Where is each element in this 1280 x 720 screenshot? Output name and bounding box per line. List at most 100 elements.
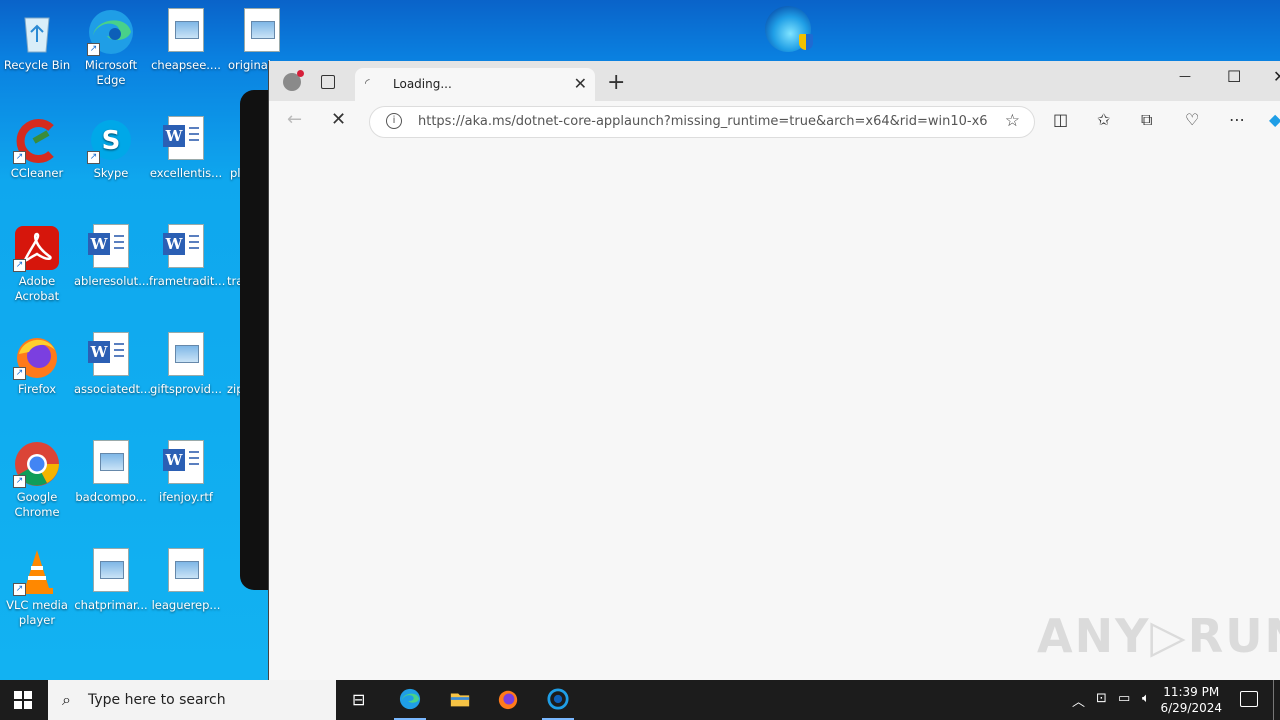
desktop-icon-skype[interactable]: S ↗ Skype bbox=[74, 112, 148, 181]
desktop-icon-image-file[interactable]: original bbox=[224, 4, 280, 73]
system-clock[interactable]: 11:39 PM 6/29/2024 bbox=[1160, 684, 1222, 716]
profile-avatar-icon[interactable] bbox=[283, 70, 304, 91]
maximize-button[interactable]: ☐ bbox=[1227, 67, 1241, 86]
desktop-icon-word-doc[interactable]: W ableresolut... bbox=[74, 220, 150, 289]
site-info-icon[interactable]: i bbox=[386, 113, 402, 129]
notification-center-icon[interactable] bbox=[1240, 691, 1258, 707]
desktop-icon-google-chrome[interactable]: ↗ Google Chrome bbox=[0, 436, 74, 520]
vlc-cone-icon: ↗ bbox=[13, 548, 61, 596]
desktop-icon-label: Microsoft Edge bbox=[84, 58, 138, 87]
task-view-icon: ⊟ bbox=[352, 690, 366, 709]
desktop-icon-label: cheapsee.... bbox=[151, 58, 221, 72]
navigation-toolbar: ← ✕ i https://aka.ms/dotnet-core-applaun… bbox=[269, 101, 1280, 142]
image-file-icon bbox=[168, 548, 204, 592]
desktop-icon-ccleaner[interactable]: ↗ CCleaner bbox=[0, 112, 74, 181]
edge-browser-window: ◜ Loading... ✕ + — ☐ ✕ ← ✕ i https://aka… bbox=[268, 61, 1280, 680]
desktop-icon-firefox[interactable]: ↗ Firefox bbox=[0, 328, 74, 397]
show-desktop-button[interactable] bbox=[1273, 680, 1280, 720]
taskbar-edge[interactable] bbox=[386, 680, 434, 720]
desktop-icon-word-doc[interactable]: W ifenjoy.rtf bbox=[149, 436, 223, 505]
new-tab-button[interactable]: + bbox=[607, 70, 625, 95]
firefox-icon bbox=[498, 690, 518, 710]
desktop-icon-label: leaguerep... bbox=[151, 598, 221, 612]
close-tab-icon[interactable]: ✕ bbox=[574, 74, 587, 93]
desktop-icon-recycle-bin[interactable]: Recycle Bin bbox=[0, 4, 74, 73]
desktop-icon-label: chatprimar... bbox=[74, 598, 148, 612]
tab-loading[interactable]: ◜ Loading... ✕ bbox=[355, 68, 595, 101]
browser-essentials-icon[interactable]: ♡ bbox=[1185, 110, 1199, 129]
tab-title: Loading... bbox=[393, 77, 452, 91]
clock-time: 11:39 PM bbox=[1163, 685, 1220, 699]
shortcut-arrow-icon: ↗ bbox=[87, 43, 100, 56]
minimize-button[interactable]: — bbox=[1179, 69, 1191, 83]
desktop-icon-word-doc[interactable]: W frametradit... bbox=[149, 220, 226, 289]
desktop-icon-word-doc[interactable]: W excellentis... bbox=[149, 112, 223, 181]
desktop-icon-label: CCleaner bbox=[10, 166, 64, 180]
shortcut-arrow-icon: ↗ bbox=[13, 475, 26, 488]
word-document-icon: W bbox=[163, 224, 204, 268]
desktop-icon-label: frametradit... bbox=[149, 274, 226, 288]
desktop-icon-vlc[interactable]: ↗ VLC media player bbox=[0, 544, 74, 628]
desktop-icon-label: Google Chrome bbox=[14, 490, 60, 519]
desktop-icon-image-file[interactable]: leaguerep... bbox=[149, 544, 223, 613]
url-text[interactable]: https://aka.ms/dotnet-core-applaunch?mis… bbox=[418, 114, 988, 129]
stop-loading-button[interactable]: ✕ bbox=[331, 109, 346, 130]
start-windows-icon[interactable] bbox=[14, 691, 32, 709]
edge-icon: ↗ bbox=[87, 8, 135, 56]
favorite-star-icon[interactable]: ☆ bbox=[1005, 111, 1020, 131]
adobe-acrobat-icon: ↗ bbox=[13, 224, 61, 272]
desktop-icon-label: associatedt... bbox=[74, 382, 151, 396]
favorites-icon[interactable]: ✩ bbox=[1097, 110, 1110, 129]
desktop-icon-word-doc[interactable]: W associatedt... bbox=[74, 328, 151, 397]
volume-icon[interactable]: 🔈︎ bbox=[1142, 691, 1150, 706]
more-menu-icon[interactable]: ⋯ bbox=[1229, 110, 1245, 129]
desktop-icon-image-file[interactable]: badcompo... bbox=[74, 436, 148, 505]
shortcut-arrow-icon: ↗ bbox=[13, 367, 26, 380]
tab-actions-icon[interactable] bbox=[321, 75, 335, 89]
shortcut-arrow-icon: ↗ bbox=[87, 151, 100, 164]
copilot-icon[interactable]: ◆ bbox=[1269, 110, 1280, 129]
anyrun-watermark: ANY▷RUN bbox=[1037, 609, 1280, 663]
search-icon: ⌕ bbox=[62, 690, 71, 709]
svg-text:S: S bbox=[102, 126, 121, 156]
desktop-icon-label: ifenjoy.rtf bbox=[159, 490, 213, 504]
desktop-icon-image-file[interactable]: giftsprovid... bbox=[149, 328, 223, 397]
shortcut-arrow-icon: ↗ bbox=[13, 583, 26, 596]
recycle-bin-icon bbox=[13, 8, 61, 56]
taskbar-search-box[interactable]: ⌕ Type here to search bbox=[48, 680, 336, 720]
desktop-icon-microsoft-edge[interactable]: ↗ Microsoft Edge bbox=[74, 4, 148, 88]
close-window-button[interactable]: ✕ bbox=[1273, 67, 1280, 86]
desktop-icon-adobe-acrobat[interactable]: ↗ Adobe Acrobat bbox=[0, 220, 74, 304]
desktop-icon-label: ableresolut... bbox=[74, 274, 150, 288]
desktop-icon-image-file[interactable]: cheapsee.... bbox=[149, 4, 223, 73]
loading-spinner-icon: ◜ bbox=[365, 76, 370, 90]
search-placeholder: Type here to search bbox=[88, 692, 226, 708]
word-document-icon: W bbox=[88, 224, 129, 268]
taskbar-edge-installer[interactable] bbox=[534, 680, 582, 720]
edge-icon bbox=[399, 688, 421, 710]
desktop-icon-label: Recycle Bin bbox=[3, 58, 71, 72]
back-button[interactable]: ← bbox=[287, 109, 302, 130]
tab-bar: ◜ Loading... ✕ + — ☐ ✕ bbox=[269, 61, 1280, 101]
edge-uac-shield-icon bbox=[765, 6, 813, 52]
image-file-icon bbox=[93, 440, 129, 484]
background-window-edge bbox=[240, 90, 270, 590]
desktop-icon-image-file[interactable]: chatprimar... bbox=[74, 544, 148, 613]
task-view-button[interactable]: ⊟ bbox=[336, 680, 384, 720]
image-file-icon bbox=[93, 548, 129, 592]
firefox-icon: ↗ bbox=[13, 332, 61, 380]
show-hidden-icons[interactable]: ︿ bbox=[1072, 691, 1085, 710]
taskbar-firefox[interactable] bbox=[484, 680, 532, 720]
meet-now-icon[interactable]: ⊡ bbox=[1096, 691, 1107, 706]
clock-date: 6/29/2024 bbox=[1160, 701, 1222, 715]
shortcut-arrow-icon: ↗ bbox=[13, 259, 26, 272]
collections-icon[interactable]: ⧉ bbox=[1141, 110, 1152, 130]
split-screen-icon[interactable]: ◫ bbox=[1053, 110, 1068, 129]
word-document-icon: W bbox=[88, 332, 129, 376]
ccleaner-icon: ↗ bbox=[13, 116, 61, 164]
taskbar-file-explorer[interactable] bbox=[436, 680, 484, 720]
address-bar[interactable]: i https://aka.ms/dotnet-core-applaunch?m… bbox=[369, 106, 1035, 138]
word-document-icon: W bbox=[163, 116, 204, 160]
desktop-icon-label: badcompo... bbox=[75, 490, 147, 504]
network-icon[interactable]: ▭ bbox=[1118, 691, 1130, 706]
